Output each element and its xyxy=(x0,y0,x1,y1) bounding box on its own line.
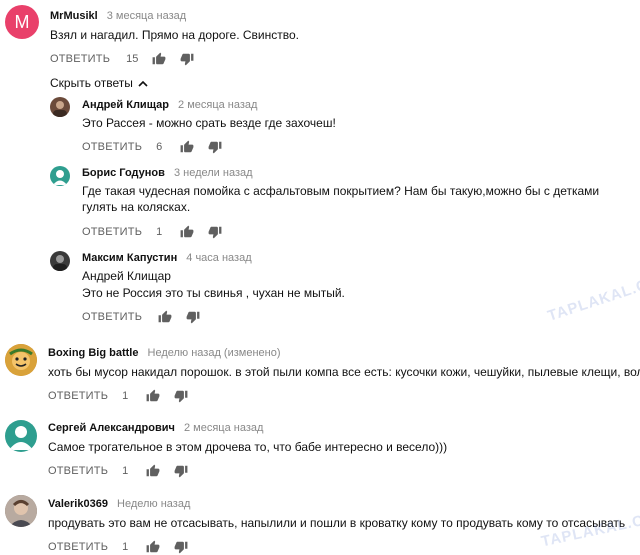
like-count: 6 xyxy=(156,141,163,153)
avatar[interactable] xyxy=(5,344,37,376)
thumb-down-icon[interactable] xyxy=(180,52,194,66)
comment-time[interactable]: 2 месяца назад xyxy=(178,99,257,111)
comment-text: Самое трогательное в этом дрочева то, чт… xyxy=(48,440,448,454)
thumb-down-icon[interactable] xyxy=(174,464,188,478)
thumb-up-icon[interactable] xyxy=(158,310,172,324)
comment-mention: Андрей Клищар xyxy=(82,269,171,283)
reply-button[interactable]: ОТВЕТИТЬ xyxy=(82,226,142,238)
reply-button[interactable]: ОТВЕТИТЬ xyxy=(82,141,142,153)
like-count: 15 xyxy=(126,53,139,65)
like-count: 1 xyxy=(122,541,129,553)
thumb-up-icon[interactable] xyxy=(146,540,160,554)
thumb-up-icon[interactable] xyxy=(152,52,166,66)
thumb-down-icon[interactable] xyxy=(186,310,200,324)
thumb-up-icon[interactable] xyxy=(146,389,160,403)
avatar[interactable] xyxy=(50,97,70,117)
comment-author[interactable]: Андрей Клищар xyxy=(82,99,169,111)
comment-text: продувать это вам не отсасывать, напылил… xyxy=(48,516,626,530)
comment-author[interactable]: Boxing Big battle xyxy=(48,347,138,359)
comment-time[interactable]: 2 месяца назад xyxy=(184,422,263,434)
reply-button[interactable]: ОТВЕТИТЬ xyxy=(82,311,142,323)
comment-text: хоть бы мусор накидал порошок. в этой пы… xyxy=(48,365,640,379)
thumb-down-icon[interactable] xyxy=(174,540,188,554)
avatar[interactable] xyxy=(50,251,70,271)
thumb-down-icon[interactable] xyxy=(208,140,222,154)
avatar[interactable] xyxy=(5,420,37,452)
thumb-up-icon[interactable] xyxy=(180,140,194,154)
thumb-down-icon[interactable] xyxy=(174,389,188,403)
reply-button[interactable]: ОТВЕТИТЬ xyxy=(48,390,108,402)
avatar[interactable] xyxy=(5,495,37,527)
comment-time[interactable]: 3 недели назад xyxy=(174,167,253,179)
like-count: 1 xyxy=(122,390,129,402)
like-count: 1 xyxy=(156,226,163,238)
thumb-up-icon[interactable] xyxy=(146,464,160,478)
comment-text: Взял и нагадил. Прямо на дороге. Свинств… xyxy=(50,28,299,42)
comment-author[interactable]: MrMusikl xyxy=(50,10,98,22)
hide-replies-button[interactable]: Скрыть ответы xyxy=(50,76,148,90)
avatar-letter: M xyxy=(14,11,30,32)
comment-author[interactable]: Максим Капустин xyxy=(82,252,177,264)
comment-time[interactable]: 4 часа назад xyxy=(186,252,251,264)
avatar[interactable]: M xyxy=(5,5,39,39)
avatar[interactable] xyxy=(50,166,70,186)
hide-replies-label: Скрыть ответы xyxy=(50,76,133,90)
comment-text: Это не Россия это ты свинья , чухан не м… xyxy=(82,286,345,300)
comment-author[interactable]: Сергей Александрович xyxy=(48,422,175,434)
thumb-up-icon[interactable] xyxy=(180,225,194,239)
comment-text: Где такая чудесная помойка с асфальтовым… xyxy=(82,184,600,214)
comment-time[interactable]: Неделю назад (изменено) xyxy=(148,347,281,359)
reply-button[interactable]: ОТВЕТИТЬ xyxy=(48,541,108,553)
comment-time[interactable]: Неделю назад xyxy=(117,498,190,510)
like-count: 1 xyxy=(122,465,129,477)
thumb-down-icon[interactable] xyxy=(208,225,222,239)
comment-author[interactable]: Valerik0369 xyxy=(48,498,108,510)
chevron-up-icon xyxy=(138,76,148,90)
comment-time[interactable]: 3 месяца назад xyxy=(107,10,186,22)
reply-button[interactable]: ОТВЕТИТЬ xyxy=(50,53,110,65)
reply-button[interactable]: ОТВЕТИТЬ xyxy=(48,465,108,477)
comment-author[interactable]: Борис Годунов xyxy=(82,167,165,179)
comment-text: Это Рассея - можно срать везде где захоч… xyxy=(82,116,336,130)
